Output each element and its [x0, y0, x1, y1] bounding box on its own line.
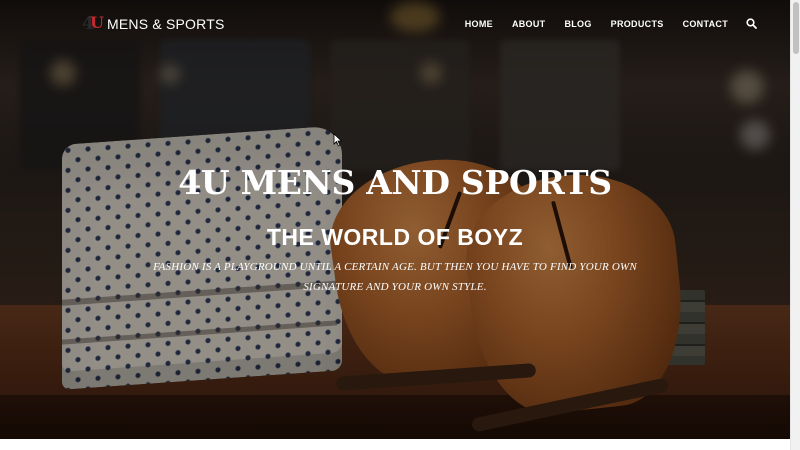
hero-background-image: [0, 0, 790, 439]
nav-home[interactable]: HOME: [465, 19, 493, 29]
logo-mark-u: U: [90, 13, 104, 32]
logo-mark: 4 U: [82, 13, 104, 34]
top-navbar: 4 U MENS & SPORTS HOME ABOUT BLOG PRODUC…: [0, 0, 790, 50]
nav-contact[interactable]: CONTACT: [683, 19, 728, 29]
site-logo[interactable]: 4 U MENS & SPORTS: [82, 13, 225, 34]
nav-about[interactable]: ABOUT: [512, 19, 546, 29]
hero-subtitle: THE WORLD OF BOYZ: [266, 224, 524, 250]
hero-dark-overlay: [0, 0, 790, 439]
vertical-scrollbar[interactable]: [790, 0, 800, 450]
mouse-cursor-icon: [333, 133, 343, 147]
main-nav: HOME ABOUT BLOG PRODUCTS CONTACT: [446, 18, 757, 29]
nav-blog[interactable]: BLOG: [564, 19, 591, 29]
nav-products[interactable]: PRODUCTS: [611, 19, 664, 29]
page-content-below-hero: [0, 439, 790, 450]
search-icon[interactable]: [746, 18, 757, 29]
hero-title: 4U MENS AND SPORTS: [178, 163, 612, 202]
brand-name: MENS & SPORTS: [107, 16, 225, 32]
hero-tagline: FASHION IS A PLAYGROUND UNTIL A CERTAIN …: [153, 261, 637, 293]
scrollbar-thumb[interactable]: [793, 2, 799, 54]
